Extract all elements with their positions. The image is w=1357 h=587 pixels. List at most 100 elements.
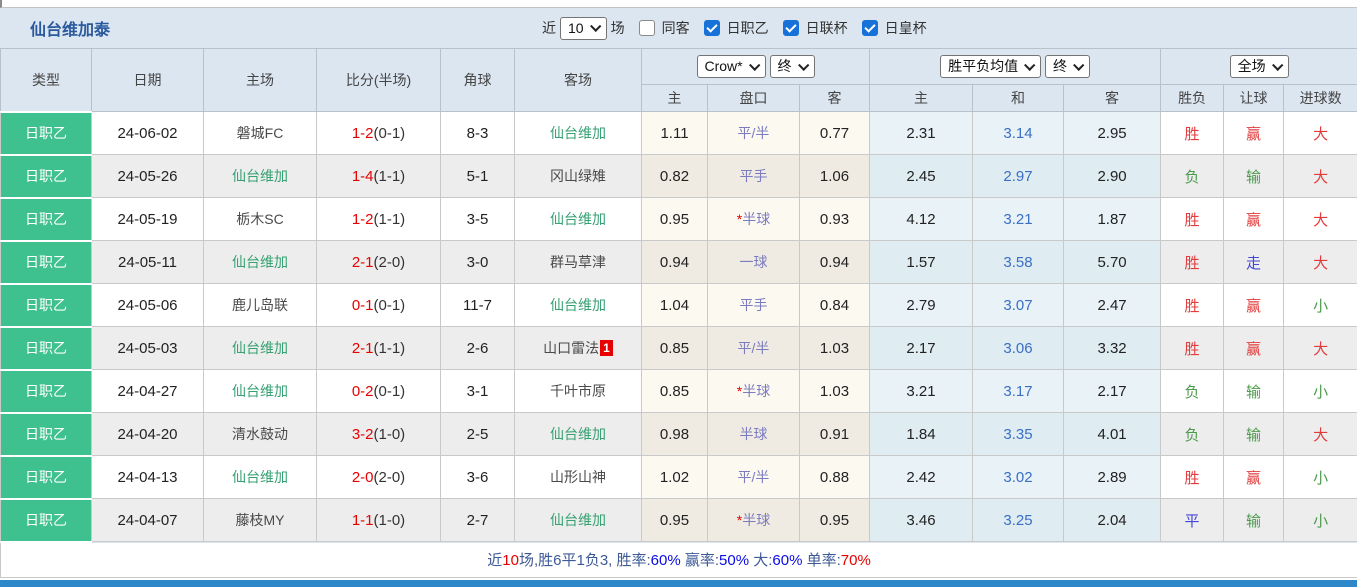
lose-odds: 2.90 bbox=[1064, 155, 1161, 198]
home-team-link[interactable]: 栃木SC bbox=[236, 211, 283, 227]
home-team-link[interactable]: 鹿儿岛联 bbox=[232, 297, 288, 313]
handicap-result: 输 bbox=[1224, 155, 1284, 198]
home-team-link[interactable]: 仙台维加 bbox=[232, 383, 288, 399]
emperor-cup-checkbox[interactable] bbox=[862, 20, 878, 36]
match-history-table: 类型 日期 主场 比分(半场) 角球 客场 Crow* 终 bbox=[0, 48, 1357, 578]
half-time-score: (2-0) bbox=[374, 469, 406, 486]
match-date: 24-04-20 bbox=[92, 413, 204, 456]
table-row: 日职乙 24-04-27 仙台维加 0-2(0-1) 3-1 千叶市原 0.85… bbox=[1, 370, 1357, 413]
sub-header-ah-result: 让球 bbox=[1224, 85, 1284, 112]
recent-label: 近 bbox=[542, 18, 556, 38]
handicap-result: 输 bbox=[1224, 413, 1284, 456]
goals-over-under: 小 bbox=[1284, 456, 1357, 499]
table-row: 日职乙 24-05-26 仙台维加 1-4(1-1) 5-1 冈山绿雉 0.82… bbox=[1, 155, 1357, 198]
handicap-result: 赢 bbox=[1224, 456, 1284, 499]
ah-home-odds: 1.02 bbox=[642, 456, 708, 499]
draw-odds: 3.35 bbox=[973, 413, 1064, 456]
league-type-badge: 日职乙 bbox=[1, 370, 92, 413]
corner-count: 2-5 bbox=[441, 413, 515, 456]
col-header-date: 日期 bbox=[92, 49, 204, 112]
lose-odds: 2.95 bbox=[1064, 112, 1161, 155]
home-team-link[interactable]: 磐城FC bbox=[237, 125, 284, 141]
ah-home-odds: 0.98 bbox=[642, 413, 708, 456]
match-result: 胜 bbox=[1161, 112, 1224, 155]
away-team-link[interactable]: 千叶市原 bbox=[550, 383, 606, 399]
lose-odds: 2.17 bbox=[1064, 370, 1161, 413]
home-team-link[interactable]: 清水鼓动 bbox=[232, 426, 288, 442]
away-team-link[interactable]: 仙台维加 bbox=[550, 125, 606, 141]
score-cell: 0-2(0-1) bbox=[317, 370, 441, 413]
match-result: 平 bbox=[1161, 499, 1224, 542]
filter-controls: 近 10 场 同客 日职乙 日联杯 日皇杯 bbox=[538, 8, 931, 48]
col-header-score: 比分(半场) bbox=[317, 49, 441, 112]
home-team-link[interactable]: 仙台维加 bbox=[232, 469, 288, 485]
league-j2-label[interactable]: 日职乙 bbox=[727, 18, 769, 38]
home-team-link[interactable]: 仙台维加 bbox=[232, 168, 288, 184]
league-j2-checkbox[interactable] bbox=[704, 20, 720, 36]
win-odds: 1.57 bbox=[870, 241, 973, 284]
bookmaker-dropdown[interactable]: Crow* bbox=[697, 55, 766, 78]
odds-stage-dropdown[interactable]: 终 bbox=[1045, 55, 1090, 78]
ah-home-odds: 0.95 bbox=[642, 499, 708, 542]
win-odds: 2.17 bbox=[870, 327, 973, 370]
league-type-badge: 日职乙 bbox=[1, 112, 92, 155]
full-time-score: 1-2 bbox=[352, 125, 374, 142]
handicap-line: *半球 bbox=[708, 198, 800, 241]
match-result: 胜 bbox=[1161, 284, 1224, 327]
away-team-link[interactable]: 冈山绿雉 bbox=[550, 168, 606, 184]
score-cell: 1-2(0-1) bbox=[317, 112, 441, 155]
table-row: 日职乙 24-04-20 清水鼓动 3-2(1-0) 2-5 仙台维加 0.98… bbox=[1, 413, 1357, 456]
home-team-link[interactable]: 藤枝MY bbox=[236, 512, 285, 528]
away-team-link[interactable]: 山口雷法 bbox=[543, 340, 599, 356]
away-team-link[interactable]: 仙台维加 bbox=[550, 211, 606, 227]
away-team-cell: 仙台维加 bbox=[515, 198, 642, 241]
col-header-away: 客场 bbox=[515, 49, 642, 112]
ah-home-odds: 0.82 bbox=[642, 155, 708, 198]
home-team-link[interactable]: 仙台维加 bbox=[232, 254, 288, 270]
draw-odds: 3.07 bbox=[973, 284, 1064, 327]
summary-segment: 10 bbox=[502, 552, 519, 569]
win-odds: 2.45 bbox=[870, 155, 973, 198]
table-row: 日职乙 24-05-11 仙台维加 2-1(2-0) 3-0 群马草津 0.94… bbox=[1, 241, 1357, 284]
league-cup-label[interactable]: 日联杯 bbox=[806, 18, 848, 38]
handicap-result: 赢 bbox=[1224, 284, 1284, 327]
away-team-link[interactable]: 仙台维加 bbox=[550, 426, 606, 442]
half-time-score: (1-1) bbox=[374, 211, 406, 228]
recent-count-select[interactable]: 10 bbox=[560, 17, 607, 40]
ah-away-odds: 1.03 bbox=[800, 327, 870, 370]
away-team-link[interactable]: 群马草津 bbox=[550, 254, 606, 270]
league-cup-checkbox[interactable] bbox=[783, 20, 799, 36]
win-odds: 3.21 bbox=[870, 370, 973, 413]
away-team-cell: 山口雷法1 bbox=[515, 327, 642, 370]
full-match-dropdown[interactable]: 全场 bbox=[1230, 55, 1289, 78]
match-result: 胜 bbox=[1161, 198, 1224, 241]
match-date: 24-05-26 bbox=[92, 155, 204, 198]
away-team-link[interactable]: 山形山神 bbox=[550, 469, 606, 485]
league-type-badge: 日职乙 bbox=[1, 284, 92, 327]
home-team-cell: 仙台维加 bbox=[204, 370, 317, 413]
away-team-cell: 仙台维加 bbox=[515, 499, 642, 542]
handicap-line: 平手 bbox=[708, 155, 800, 198]
handicap-stage-dropdown[interactable]: 终 bbox=[770, 55, 815, 78]
home-team-cell: 仙台维加 bbox=[204, 327, 317, 370]
home-team-link[interactable]: 仙台维加 bbox=[232, 340, 288, 356]
group-header-row: 类型 日期 主场 比分(半场) 角球 客场 Crow* 终 bbox=[1, 49, 1357, 85]
odds-type-dropdown[interactable]: 胜平负均值 bbox=[940, 55, 1041, 78]
score-cell: 1-2(1-1) bbox=[317, 198, 441, 241]
corner-count: 5-1 bbox=[441, 155, 515, 198]
away-team-link[interactable]: 仙台维加 bbox=[550, 297, 606, 313]
away-team-link[interactable]: 仙台维加 bbox=[550, 512, 606, 528]
emperor-cup-label[interactable]: 日皇杯 bbox=[885, 18, 927, 38]
corner-count: 8-3 bbox=[441, 112, 515, 155]
full-time-score: 3-2 bbox=[352, 426, 374, 443]
away-team-cell: 仙台维加 bbox=[515, 284, 642, 327]
same-venue-label[interactable]: 同客 bbox=[662, 18, 690, 38]
half-time-score: (1-1) bbox=[374, 340, 406, 357]
handicap-group-header: Crow* 终 bbox=[642, 49, 870, 85]
draw-odds: 3.25 bbox=[973, 499, 1064, 542]
corner-count: 2-7 bbox=[441, 499, 515, 542]
league-type-badge: 日职乙 bbox=[1, 456, 92, 499]
same-venue-checkbox[interactable] bbox=[639, 20, 655, 36]
match-date: 24-04-07 bbox=[92, 499, 204, 542]
chevron-down-icon bbox=[749, 59, 760, 70]
